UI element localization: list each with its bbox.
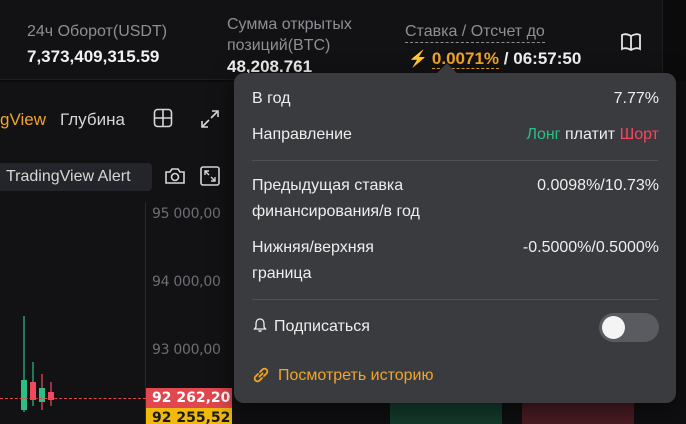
open-interest-label-line1: Сумма открытых [227,16,352,33]
chart-panel: gView Глубина TradingView Alert 95 000,0… [0,82,240,424]
bounds-label-line2: граница [252,265,312,282]
candle-body [21,380,27,410]
bounds-label-line1: Нижняя/верхняя [252,239,374,256]
direction-pays: платит [564,126,616,143]
subscribe-row: Подписаться [252,314,370,340]
prev-rate-label-line2: финансирования/в год [252,203,420,220]
tradingview-alert-button[interactable]: TradingView Alert [0,163,152,191]
price-level-94000: 94 000,00 [152,274,221,290]
view-history-link[interactable]: Посмотреть историю [252,363,433,389]
candlestick-chart [21,316,54,412]
prev-rate-value: 0.0098%/10.73% [537,177,659,194]
funding-rate[interactable]: 0.0071% [431,49,500,69]
depth-bar-green [390,402,502,424]
open-interest-label-line2: позиций(BTC) [227,37,331,54]
divider [252,299,658,300]
annual-rate-value: 7.77% [613,90,659,107]
annual-rate-label: В год [252,90,291,107]
direction-long: Лонг [526,126,561,143]
direction-short: Шорт [619,126,659,143]
funding-label[interactable]: Ставка / Отсчет до [405,22,545,43]
candle-body [39,388,45,402]
lightning-bolt-icon: ⚡ [408,51,428,68]
camera-icon[interactable] [164,166,186,186]
price-level-93000: 93 000,00 [152,342,221,358]
price-level-95000: 95 000,00 [152,206,221,222]
subscribe-toggle[interactable] [599,313,659,342]
depth-bar-red [522,402,634,424]
bounds-value: -0.5000%/0.5000% [522,239,659,256]
prev-rate-label-line1: Предыдущая ставка [252,177,404,194]
link-icon [253,367,269,383]
current-price-tag: 92 262,20 [146,388,232,408]
direction-label: Направление [252,126,352,143]
direction-value: Лонг платит Шорт [526,122,659,148]
turnover-label: 24ч Оборот(USDT) [27,23,168,40]
current-price-line [0,398,146,399]
ticker-bar: 24ч Оборот(USDT) 7,373,409,315.59 Сумма … [0,0,686,80]
expand-icon[interactable] [199,108,221,130]
turnover-value: 7,373,409,315.59 [27,47,160,66]
bell-icon [253,318,267,332]
view-history-label: Посмотреть историю [278,367,434,384]
toggle-knob [602,316,625,339]
mark-price-tag: 92 255,52 [146,408,232,424]
funding-rate-popover: В год 7.77% Направление Лонг платит Шорт… [234,73,676,403]
book-icon[interactable] [620,32,642,52]
funding-value-row: ⚡ 0.0071% / 06:57:50 [408,48,581,71]
tab-tradingview[interactable]: gView [0,109,46,131]
funding-separator: / [503,49,509,68]
subscribe-label: Подписаться [274,318,370,335]
divider [252,160,658,161]
tab-depth[interactable]: Глубина [60,109,125,131]
right-edge-panel [662,0,686,80]
fullscreen-icon[interactable] [199,165,221,187]
grid-icon[interactable] [153,108,173,128]
funding-countdown: 06:57:50 [513,49,582,68]
